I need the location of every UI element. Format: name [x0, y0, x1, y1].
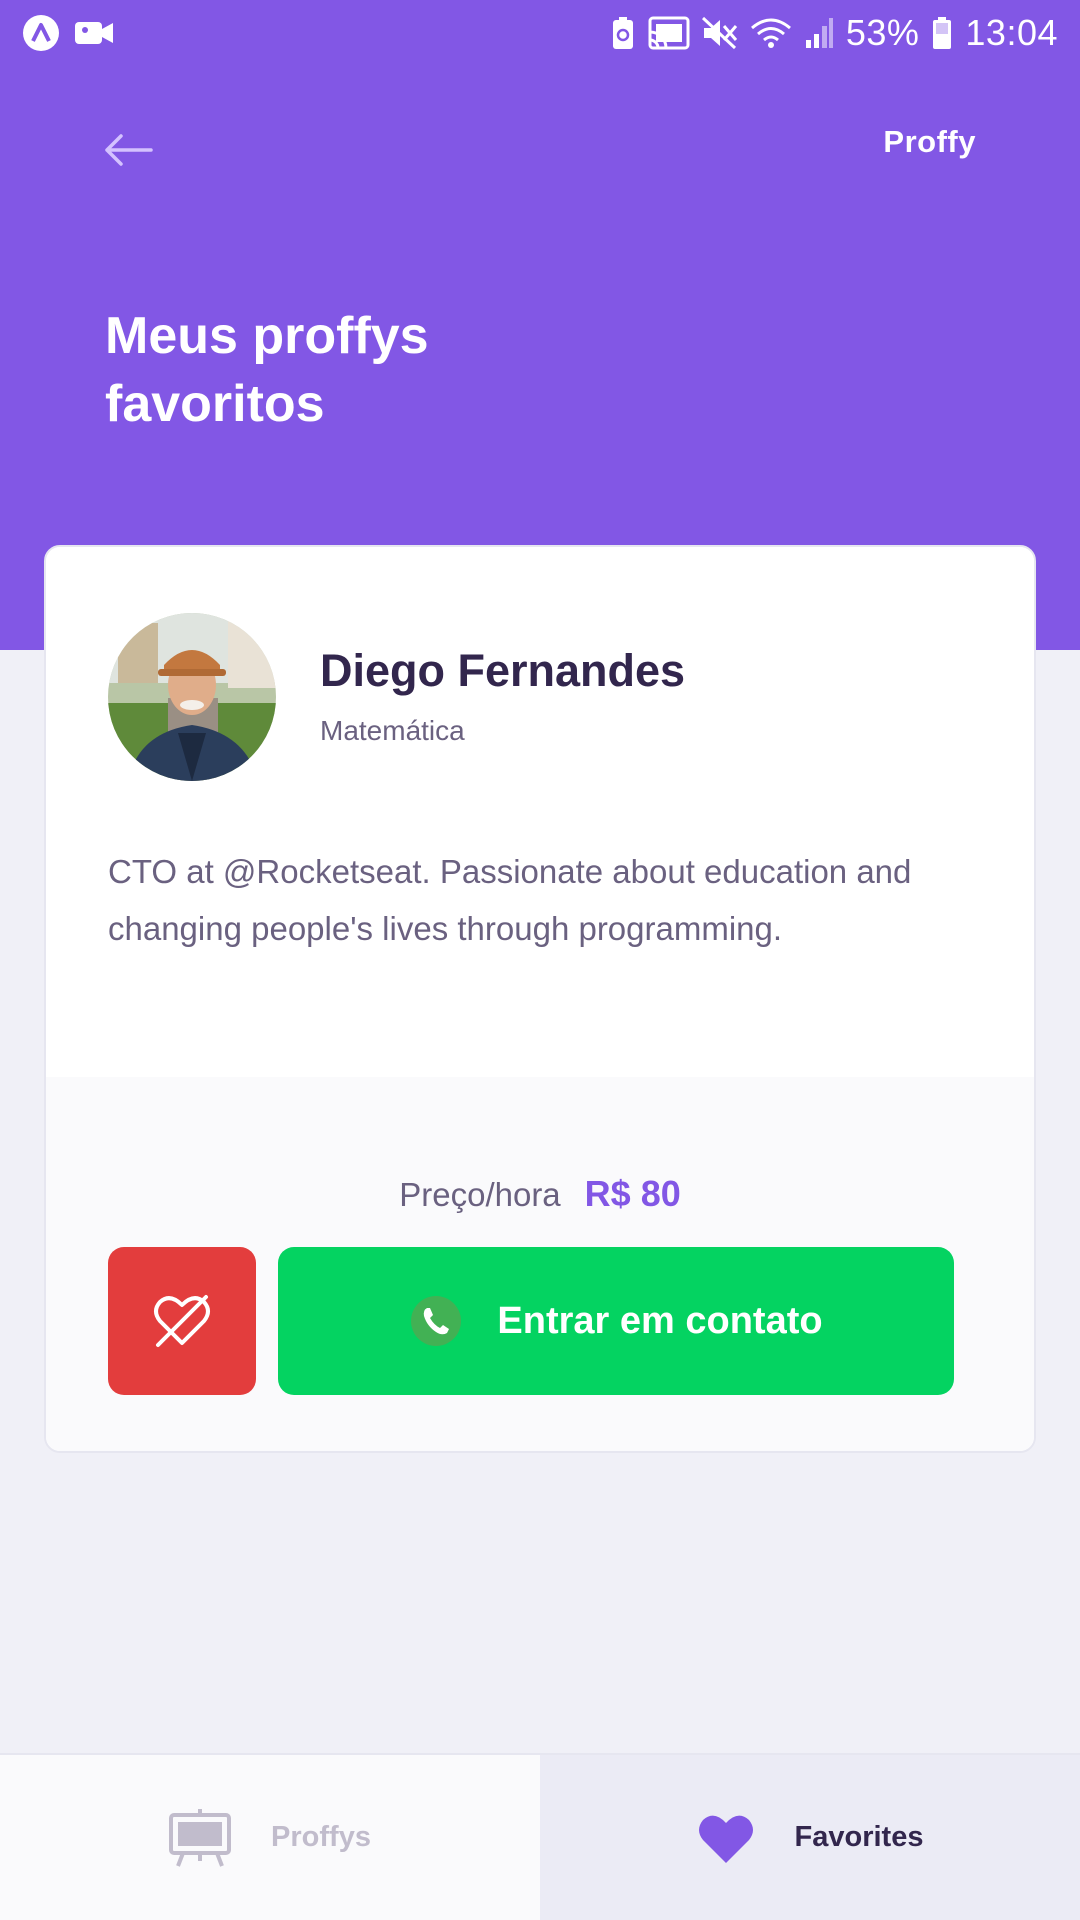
- tab-proffys[interactable]: Proffys: [0, 1755, 540, 1920]
- back-button[interactable]: [100, 126, 156, 174]
- status-bar: 53% 13:04: [0, 0, 1080, 66]
- price-label: Preço/hora: [399, 1176, 561, 1213]
- easel-icon: [169, 1808, 232, 1867]
- teacher-card: Diego Fernandes Matemática CTO at @Rocke…: [44, 545, 1036, 1453]
- heart-outline-slash-icon: [152, 1293, 212, 1349]
- price-row: Preço/hora R$ 80: [46, 1173, 1034, 1215]
- price-value: R$ 80: [584, 1173, 681, 1214]
- contact-button-label: Entrar em contato: [497, 1299, 823, 1342]
- teacher-card-profile: Diego Fernandes Matemática CTO at @Rocke…: [46, 547, 1034, 1077]
- mute-icon: [701, 16, 738, 50]
- clock: 13:04: [965, 12, 1058, 53]
- teacher-bio: CTO at @Rocketseat. Passionate about edu…: [108, 853, 912, 947]
- avatar: [108, 613, 276, 781]
- heart-icon: [697, 1812, 755, 1864]
- page-title-line-2: favoritos: [105, 375, 325, 433]
- arrow-left-icon: [103, 133, 153, 167]
- video-camera-icon: [74, 18, 114, 48]
- bottom-tab-bar: Proffys Favorites: [0, 1753, 1080, 1920]
- whatsapp-icon: [409, 1294, 463, 1348]
- page-title-line-1: Meus proffys: [105, 307, 429, 365]
- battery-icon: [931, 16, 953, 50]
- page-title: Meus proffys favoritos: [105, 302, 625, 438]
- cast-icon: [648, 16, 690, 50]
- app-logo-icon: [22, 14, 60, 52]
- contact-button[interactable]: Entrar em contato: [278, 1247, 954, 1395]
- teacher-card-footer: Preço/hora R$ 80 Entrar em contato: [46, 1077, 1034, 1451]
- tab-favorites-label: Favorites: [794, 1821, 924, 1853]
- wifi-icon: [750, 16, 792, 50]
- signal-icon: [804, 16, 834, 50]
- unfavorite-button[interactable]: [108, 1247, 256, 1395]
- battery-percent: 53%: [845, 12, 920, 53]
- tab-favorites[interactable]: Favorites: [540, 1755, 1080, 1920]
- battery-saver-icon: [610, 16, 636, 50]
- tab-proffys-label: Proffys: [271, 1821, 371, 1853]
- teacher-subject: Matemática: [320, 715, 465, 746]
- proffy-logo: Proffy: [883, 124, 976, 159]
- teacher-name: Diego Fernandes: [320, 645, 686, 696]
